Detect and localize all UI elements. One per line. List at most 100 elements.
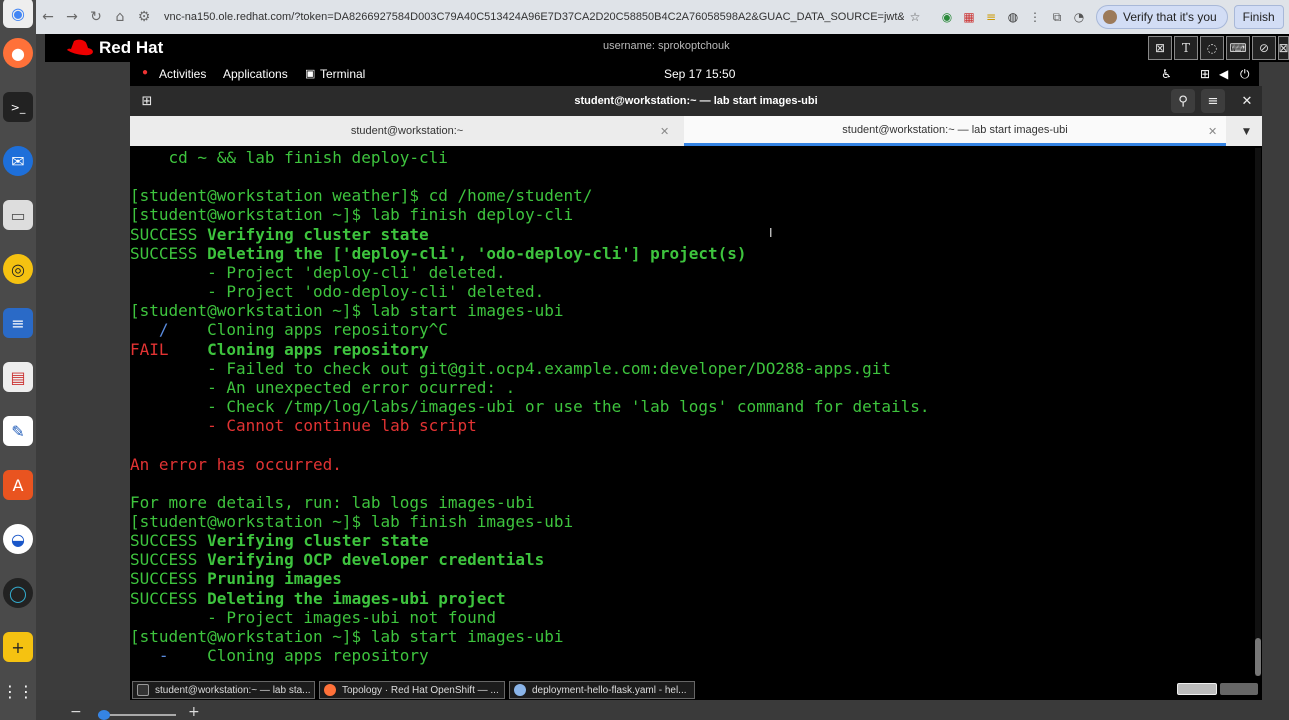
search-icon[interactable]: ⚲ xyxy=(1171,89,1195,113)
system-monitor-icon[interactable]: ◯ xyxy=(3,578,33,608)
workspace-2[interactable] xyxy=(1220,683,1258,695)
status-message: Verifying OCP developer credentials xyxy=(197,550,545,570)
redhat-activities-icon: ● xyxy=(142,67,149,78)
network-icon[interactable]: ⊞ xyxy=(1200,67,1210,81)
browser-toolbar: ← → ↻ ⌂ ⚙ vnc-na150.ole.redhat.com/?toke… xyxy=(36,0,1289,34)
prompt-line: [student@workstation ~]$ lab finish imag… xyxy=(130,511,574,531)
accessibility-icon[interactable]: ♿ xyxy=(1161,67,1172,81)
output-line: Cloning apps repository^C xyxy=(168,320,448,340)
tabs-dropdown-icon[interactable]: ▼ xyxy=(1243,127,1250,137)
output-line: - An unexpected error ocurred: . xyxy=(130,377,516,397)
output-line: Cloning apps repository xyxy=(168,646,429,666)
document-viewer-icon[interactable]: ▤ xyxy=(3,362,33,392)
keyboard-icon[interactable]: ⌨ xyxy=(1226,36,1250,60)
thunderbird-icon[interactable]: ✉ xyxy=(3,146,33,176)
terminal-icon[interactable]: >_ xyxy=(3,92,33,122)
zoom-slider-handle[interactable] xyxy=(98,710,110,720)
terminal-app-menu[interactable]: Terminal xyxy=(320,67,365,81)
terminal-tabs: student@workstation:~ ✕ student@workstat… xyxy=(130,116,1262,146)
text-input-icon[interactable]: T xyxy=(1174,36,1198,60)
taskbar-label: Topology · Red Hat OpenShift — ... xyxy=(342,684,499,696)
taskbar-item-terminal[interactable]: student@workstation:~ — lab sta... xyxy=(132,681,315,699)
tab-label: student@workstation:~ — lab start images… xyxy=(842,123,1068,136)
window-list: student@workstation:~ — lab sta... Topol… xyxy=(130,680,1262,700)
software-center-icon[interactable]: A xyxy=(3,470,33,500)
back-icon[interactable]: ← xyxy=(36,9,60,25)
ubuntu-pro-icon[interactable]: ◒ xyxy=(3,524,33,554)
status-fail: FAIL xyxy=(130,339,169,359)
finish-update-button[interactable]: Finish xyxy=(1233,5,1284,29)
notes-icon[interactable]: + xyxy=(3,632,33,662)
power-icon[interactable]: ⏻ xyxy=(1240,67,1250,82)
extension-grammarly-icon[interactable]: ◉ xyxy=(936,10,958,24)
zoom-in-icon[interactable]: + xyxy=(188,704,200,720)
output-line: - Project 'odo-deploy-cli' deleted. xyxy=(130,282,545,302)
extension-list-icon[interactable]: ⋮ xyxy=(1024,10,1046,24)
extensions-puzzle-icon[interactable]: ⧉ xyxy=(1046,10,1068,25)
status-message: Deleting the images-ubi project xyxy=(197,588,506,608)
volume-icon[interactable]: ◀ xyxy=(1219,67,1228,81)
output-line: - Failed to check out git@git.ocp4.examp… xyxy=(130,358,891,378)
workspace-1[interactable] xyxy=(1177,683,1217,695)
chrome-icon[interactable]: ◉ xyxy=(3,0,33,28)
terminal-scrollbar[interactable] xyxy=(1255,148,1261,676)
status-success: SUCCESS xyxy=(130,569,198,589)
zoom-out-icon[interactable]: − xyxy=(70,704,82,720)
text-editor-icon[interactable]: ✎ xyxy=(3,416,33,446)
terminal-window: ⊞ student@workstation:~ — lab start imag… xyxy=(130,86,1262,680)
address-bar[interactable]: vnc-na150.ole.redhat.com/?token=DA826692… xyxy=(164,11,904,23)
close-icon[interactable]: ✕ xyxy=(1235,89,1259,113)
status-success: SUCCESS xyxy=(130,550,198,570)
activities-button[interactable]: Activities xyxy=(159,67,206,81)
applications-menu[interactable]: Applications xyxy=(223,67,288,81)
taskbar-item-firefox[interactable]: Topology · Red Hat OpenShift — ... xyxy=(319,681,505,699)
tab-terminal-2[interactable]: student@workstation:~ — lab start images… xyxy=(684,116,1226,146)
hamburger-menu-icon[interactable]: ≡ xyxy=(1201,89,1225,113)
extension-bars-icon[interactable]: ≡ xyxy=(980,10,1002,24)
fullscreen-icon[interactable]: ⊠ xyxy=(1148,36,1172,60)
terminal-title: student@workstation:~ — lab start images… xyxy=(574,95,818,107)
spinner: / xyxy=(130,320,169,340)
writer-icon[interactable]: ≡ xyxy=(3,308,33,338)
refresh-icon[interactable]: ◌ xyxy=(1200,36,1224,60)
home-icon[interactable]: ⌂ xyxy=(108,9,132,25)
bookmark-star-icon[interactable]: ☆ xyxy=(904,10,926,24)
status-success: SUCCESS xyxy=(130,224,198,244)
error-line: - Cannot continue lab script xyxy=(130,416,477,436)
vnc-header: Red Hat username: sprokoptchouk ⊠ T ◌ ⌨ … xyxy=(45,34,1289,62)
rhythmbox-icon[interactable]: ◎ xyxy=(3,254,33,284)
output-line: For more details, run: lab logs images-u… xyxy=(130,492,535,512)
files-icon[interactable]: ▭ xyxy=(3,200,33,230)
status-success: SUCCESS xyxy=(130,531,198,551)
clock[interactable]: Sep 17 15:50 xyxy=(664,67,735,81)
bottom-strip: − + xyxy=(36,700,1289,720)
tab-close-icon[interactable]: ✕ xyxy=(1208,125,1217,138)
error-line: An error has occurred. xyxy=(130,454,342,474)
prompt-line: [student@workstation ~]$ lab start image… xyxy=(130,626,564,646)
username-label: username: sprokoptchouk xyxy=(603,40,730,52)
taskbar-item-editor[interactable]: deployment-hello-flask.yaml - hel... xyxy=(509,681,695,699)
forward-icon[interactable]: → xyxy=(60,9,84,25)
profile-icon[interactable]: ◔ xyxy=(1068,10,1090,24)
prompt-line: [student@workstation ~]$ lab finish depl… xyxy=(130,205,574,225)
status-message: Pruning images xyxy=(197,569,342,589)
extension-dark-icon[interactable]: ◍ xyxy=(1002,10,1024,24)
taskbar-label: student@workstation:~ — lab sta... xyxy=(155,684,311,696)
verify-identity-button[interactable]: Verify that it's you xyxy=(1096,5,1228,29)
firefox-icon[interactable]: ● xyxy=(3,38,33,68)
tab-close-icon[interactable]: ✕ xyxy=(660,125,669,138)
avatar-icon xyxy=(1103,10,1117,24)
status-success: SUCCESS xyxy=(130,243,198,263)
disconnect-icon[interactable]: ⊘ xyxy=(1252,36,1276,60)
terminal-output[interactable]: cd ~ && lab finish deploy-cli [student@w… xyxy=(130,148,1254,668)
verify-label: Verify that it's you xyxy=(1123,10,1217,24)
reload-icon[interactable]: ↻ xyxy=(84,9,108,25)
tab-terminal-1[interactable]: student@workstation:~ xyxy=(130,116,684,146)
more-tools-icon[interactable]: ⊠ xyxy=(1278,36,1289,60)
extension-grid-icon[interactable]: ▦ xyxy=(958,10,980,24)
scrollbar-thumb[interactable] xyxy=(1255,638,1261,676)
status-message: Verifying cluster state xyxy=(197,531,429,551)
app-grid-icon[interactable]: ⋮⋮ xyxy=(2,676,34,706)
gnome-top-bar: ● Activities Applications ▣ Terminal Sep… xyxy=(130,62,1259,86)
site-info-icon[interactable]: ⚙ xyxy=(132,9,156,25)
